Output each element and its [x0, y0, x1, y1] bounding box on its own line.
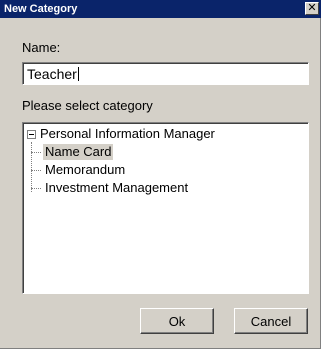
close-icon: ✕	[307, 1, 317, 14]
ok-button[interactable]: Ok	[140, 308, 214, 334]
tree-branch-line	[31, 170, 41, 171]
tree-root-label: Personal Information Manager	[40, 126, 215, 141]
text-caret	[77, 67, 79, 81]
new-category-dialog: New Category ✕ Name: Teacher Please sele…	[0, 0, 321, 349]
tree-connector-line	[31, 142, 32, 192]
close-button[interactable]: ✕	[305, 2, 319, 15]
collapse-toggle[interactable]	[27, 130, 36, 139]
category-label: Please select category	[22, 98, 153, 113]
cancel-button[interactable]: Cancel	[234, 308, 308, 334]
tree-node-label: Investment Management	[45, 180, 189, 195]
tree-branch-line	[31, 188, 41, 189]
category-tree[interactable]: Personal Information Manager Name Card M…	[22, 122, 309, 294]
tree-branch-line	[31, 152, 41, 153]
window-title: New Category	[4, 3, 78, 15]
name-label: Name:	[22, 40, 61, 55]
tree-node-label: Memorandum	[45, 162, 126, 177]
minus-icon	[29, 134, 34, 135]
tree-node-label: Name Card	[43, 144, 114, 160]
name-input-value: Teacher	[27, 66, 77, 82]
name-input[interactable]: Teacher	[22, 62, 309, 85]
title-bar[interactable]: New Category ✕	[0, 0, 321, 18]
